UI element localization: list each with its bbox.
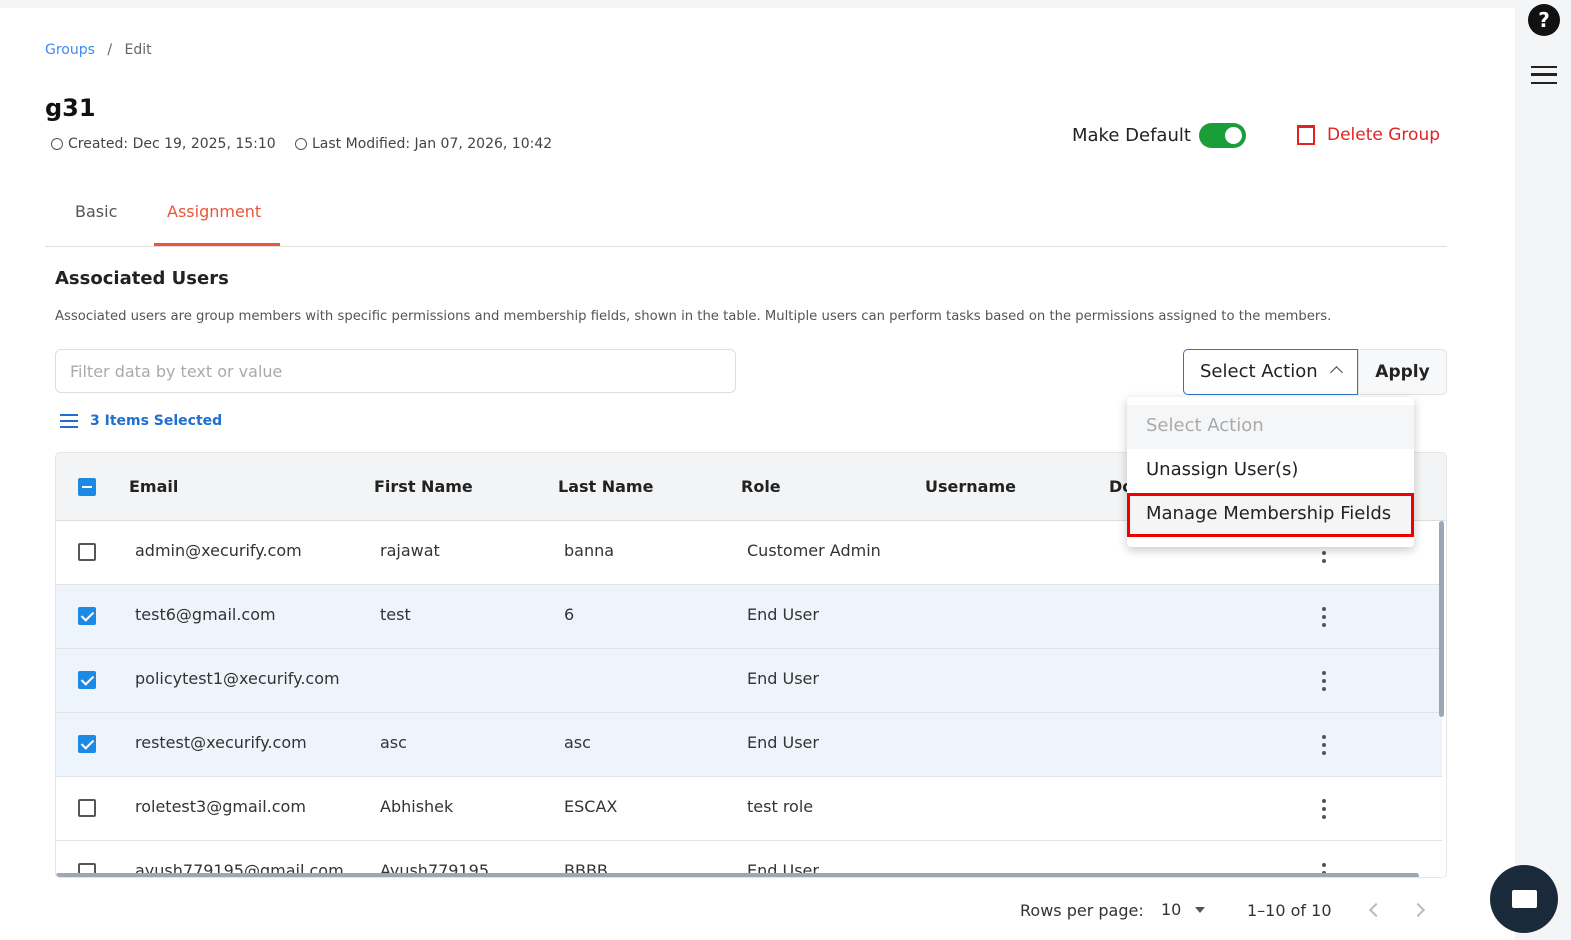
column-username[interactable]: Username [925,477,1016,496]
cell-first-name: asc [380,733,407,752]
row-checkbox[interactable] [78,799,96,817]
cell-last-name: asc [564,733,591,752]
cell-email: admin@xecurify.com [135,541,302,560]
row-checkbox[interactable] [78,671,96,689]
hamburger-menu-icon[interactable] [1531,66,1557,84]
selected-items-indicator[interactable]: 3 Items Selected [60,413,222,429]
row-checkbox[interactable] [78,607,96,625]
table-row[interactable]: restest@xecurify.com asc asc End User [56,713,1442,777]
menu-item-select-action: Select Action [1127,405,1414,449]
cell-email: restest@xecurify.com [135,733,307,752]
chat-mail-button[interactable] [1490,865,1558,933]
rows-per-page-label: Rows per page: [1020,901,1144,920]
selected-count: 3 Items Selected [90,413,223,429]
active-tab-indicator [154,243,280,246]
cell-first-name: test [380,605,411,624]
cell-role: End User [747,605,819,624]
top-bar [0,0,1515,8]
column-last-name[interactable]: Last Name [558,477,653,496]
column-role[interactable]: Role [741,477,781,496]
caret-down-icon [1195,907,1206,918]
breadcrumb-separator: / [107,42,113,58]
clock-icon [295,138,307,150]
select-action-value: Select Action [1200,361,1318,382]
apply-button[interactable]: Apply [1358,349,1447,395]
cell-email: test6@gmail.com [135,605,276,624]
mail-icon [1512,890,1537,908]
cell-last-name: 6 [564,605,575,624]
breadcrumb-current: Edit [124,42,152,58]
make-default-label: Make Default [1072,125,1191,146]
trash-icon [1297,125,1315,145]
created-text: Created: Dec 19, 2025, 15:10 [68,136,276,152]
rows-per-page-select[interactable]: 10 [1161,900,1206,919]
row-actions-kebab-icon[interactable] [1322,671,1326,691]
tab-basic[interactable]: Basic [75,202,117,221]
breadcrumb: Groups / Edit [45,42,152,58]
menu-item-manage-membership-fields[interactable]: Manage Membership Fields [1127,493,1414,537]
page-title: g31 [45,94,96,122]
pagination-range: 1–10 of 10 [1247,901,1332,920]
row-actions-kebab-icon[interactable] [1322,607,1326,627]
list-icon [60,414,78,428]
table-row[interactable]: policytest1@xecurify.com End User [56,649,1442,713]
menu-item-unassign-users[interactable]: Unassign User(s) [1127,449,1414,493]
select-action-dropdown[interactable]: Select Action [1183,349,1358,395]
clock-icon [51,138,63,150]
make-default-toggle[interactable] [1199,123,1246,148]
cell-role: End User [747,669,819,688]
next-page-icon[interactable] [1410,902,1426,918]
chevron-up-icon [1330,366,1343,379]
cell-role: test role [747,797,814,816]
row-checkbox[interactable] [78,543,96,561]
cell-first-name: rajawat [380,541,440,560]
row-checkbox[interactable] [78,735,96,753]
prev-page-icon[interactable] [1368,902,1384,918]
cell-role: End User [747,733,819,752]
select-all-checkbox[interactable] [78,478,96,496]
cell-first-name: Abhishek [380,797,454,816]
modified-info: Last Modified: Jan 07, 2026, 10:42 [295,136,552,152]
help-icon[interactable]: ? [1528,4,1560,36]
created-info: Created: Dec 19, 2025, 15:10 [51,136,276,152]
delete-group-label: Delete Group [1327,125,1441,145]
column-first-name[interactable]: First Name [374,477,473,496]
row-actions-kebab-icon[interactable] [1322,799,1326,819]
horizontal-scrollbar[interactable] [56,873,1419,877]
modified-text: Last Modified: Jan 07, 2026, 10:42 [312,136,553,152]
tab-bar: Basic Assignment [45,190,1447,247]
table-row[interactable]: test6@gmail.com test 6 End User [56,585,1442,649]
breadcrumb-groups-link[interactable]: Groups [45,42,95,58]
select-action-menu: Select Action Unassign User(s) Manage Me… [1127,397,1414,547]
tab-assignment[interactable]: Assignment [167,202,261,221]
filter-input[interactable] [55,349,736,393]
cell-email: roletest3@gmail.com [135,797,306,816]
delete-group-button[interactable]: Delete Group [1297,125,1440,145]
column-email[interactable]: Email [129,477,178,496]
right-rail: ? [1515,0,1571,940]
rows-per-page-value: 10 [1161,900,1182,919]
cell-role: Customer Admin [747,541,881,560]
cell-last-name: banna [564,541,615,560]
table-row[interactable]: roletest3@gmail.com Abhishek ESCAX test rol… [56,777,1442,841]
section-description: Associated users are group members with … [55,309,1332,324]
vertical-scrollbar[interactable] [1439,521,1444,717]
row-actions-kebab-icon[interactable] [1322,735,1326,755]
cell-last-name: ESCAX [564,797,618,816]
section-title: Associated Users [55,268,229,289]
cell-email: policytest1@xecurify.com [135,669,340,688]
